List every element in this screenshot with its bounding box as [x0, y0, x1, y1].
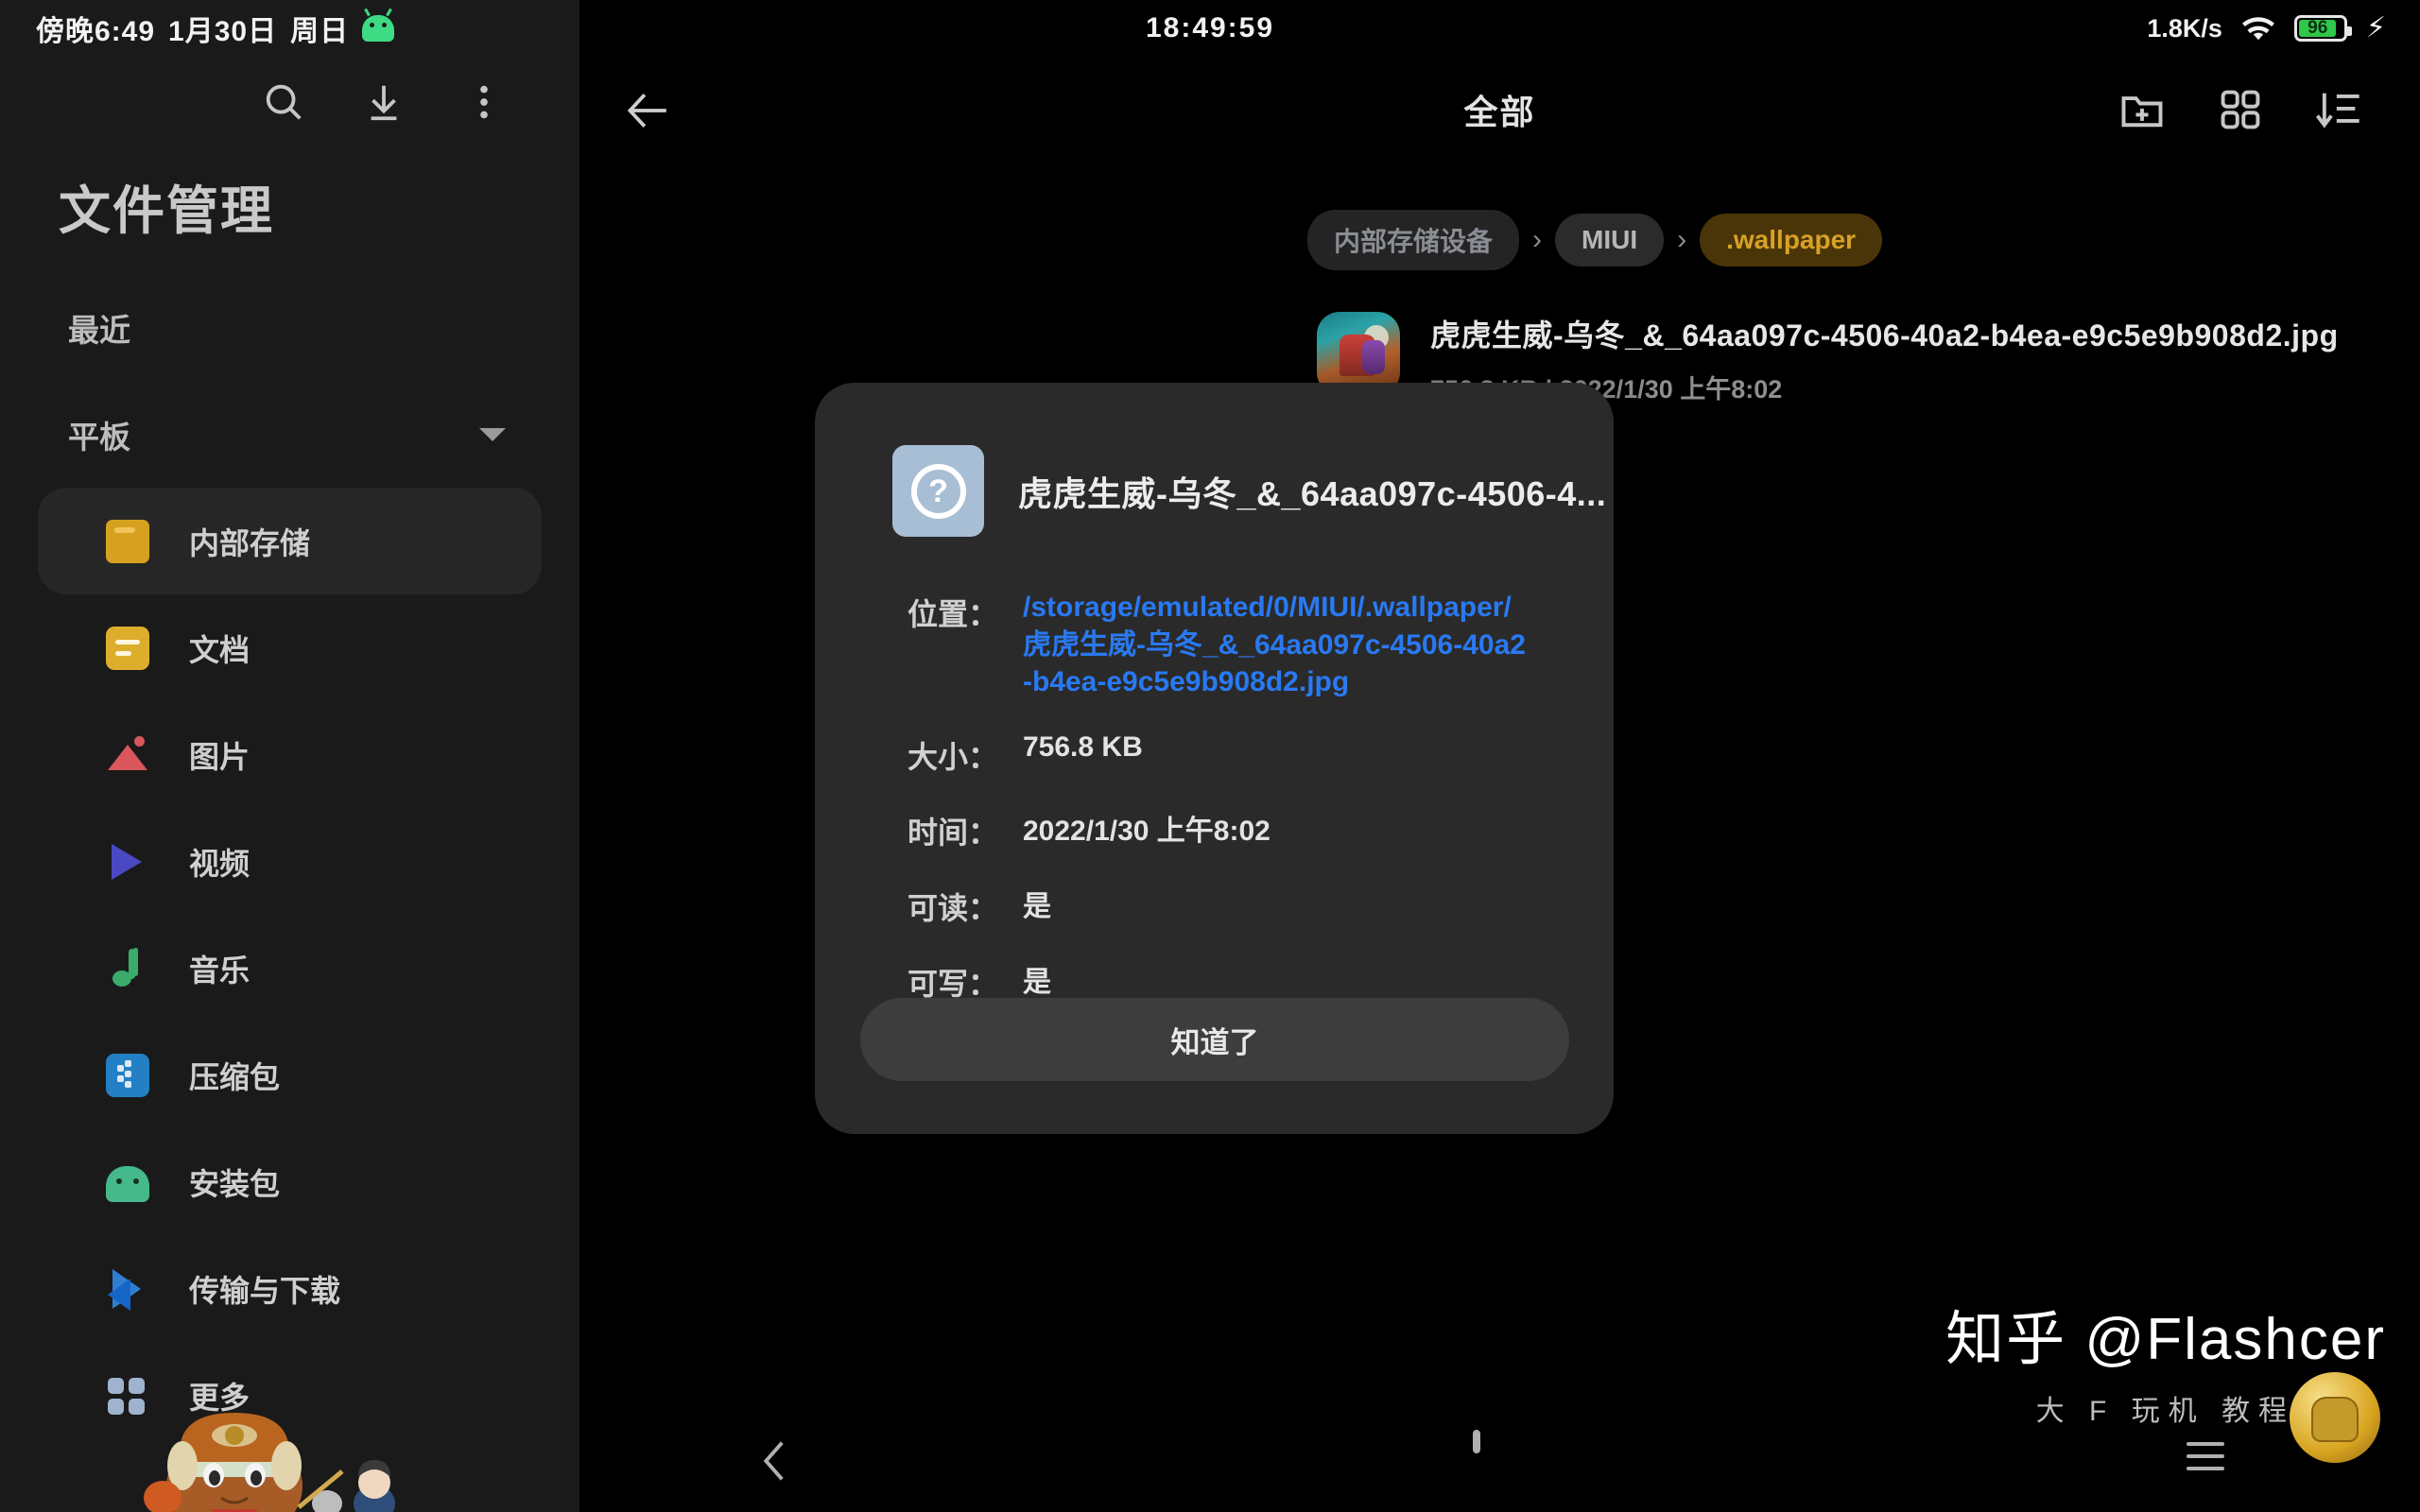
top-toolbar: 全部: [579, 57, 2420, 161]
sidebar-item-transfer[interactable]: 传输与下载: [38, 1235, 542, 1342]
nav-home-icon[interactable]: [1472, 1430, 1528, 1488]
new-folder-icon[interactable]: [2118, 85, 2167, 134]
sidebar-item-pictures[interactable]: 图片: [38, 701, 542, 808]
row-value-readable: 是: [1023, 890, 1051, 922]
sidebar-item-documents[interactable]: 文档: [38, 594, 542, 701]
breadcrumb-item-2[interactable]: .wallpaper: [1700, 214, 1883, 266]
dialog-title: 虎虎生威-乌冬_&_64aa097c-4506-4...: [1018, 473, 1607, 513]
sidebar-nav: 最近 平板 内部存储 文档 图片 视频 音乐 压缩包 安装包 传输与下载 更多: [0, 274, 579, 1449]
music-icon: [106, 947, 149, 990]
question-mark-file-icon: ?: [892, 445, 984, 537]
status-bar-right: 1.8K/s 96 ⚡: [2147, 0, 2386, 57]
video-icon: [106, 840, 149, 884]
row-label: 大小：: [907, 739, 998, 774]
breadcrumb-item-0[interactable]: 内部存储设备: [1307, 210, 1520, 270]
row-label: 时间：: [907, 815, 998, 850]
row-value-writable: 是: [1023, 966, 1051, 998]
sidebar-item-label: 安装包: [189, 1166, 281, 1201]
grid-view-icon[interactable]: [2216, 85, 2265, 134]
file-info-dialog: ? 虎虎生威-乌冬_&_64aa097c-4506-4... 位置： /stor…: [815, 383, 1614, 1134]
dialog-header: ? 虎虎生威-乌冬_&_64aa097c-4506-4...: [815, 383, 1614, 537]
sort-descending-icon[interactable]: [2314, 85, 2363, 134]
sidebar-item-videos[interactable]: 视频: [38, 808, 542, 915]
battery-level: 96: [2298, 18, 2337, 38]
row-label: 可写：: [907, 966, 998, 1001]
search-icon[interactable]: [262, 80, 305, 124]
wifi-icon: [2241, 15, 2275, 42]
document-icon: [106, 626, 149, 670]
watermark-main: 知乎 @Flashcer: [1945, 1307, 2386, 1372]
question-mark-glyph: ?: [910, 463, 966, 519]
sidebar-section-recent[interactable]: 最近: [0, 274, 579, 381]
status-bar: 傍晚6:49 1月30日 周日 18:49:59 1.8K/s 96 ⚡: [0, 0, 2420, 57]
sidebar-item-label: 文档: [189, 632, 251, 667]
screen-root: 傍晚6:49 1月30日 周日 18:49:59 1.8K/s 96 ⚡ 文件管…: [0, 0, 2420, 1512]
sidebar-item-archives[interactable]: 压缩包: [38, 1022, 542, 1128]
watermark: 知乎 @Flashcer 大 F 玩机 教程: [1945, 1291, 2386, 1463]
dialog-row-readable: 可读： 是: [815, 883, 1614, 958]
transfer-icon: [106, 1267, 149, 1311]
sidebar-item-label: 音乐: [189, 953, 251, 988]
lightning-bolt-icon: ⚡: [2365, 12, 2386, 43]
row-label: 可读：: [907, 890, 998, 925]
sidebar-item-internal-storage[interactable]: 内部存储: [38, 488, 542, 594]
app-title: 文件管理: [59, 181, 275, 240]
download-icon[interactable]: [362, 80, 406, 124]
archive-icon: [106, 1053, 149, 1097]
status-bar-center: 18:49:59: [0, 0, 2420, 57]
status-clock: 18:49:59: [1145, 12, 1275, 43]
sidebar-item-label: 内部存储: [189, 525, 311, 560]
sidebar-section-recent-label: 最近: [68, 312, 130, 348]
apk-icon: [106, 1166, 149, 1202]
row-value-location[interactable]: /storage/emulated/0/MIUI/.wallpaper/虎虎生威…: [998, 589, 1528, 701]
file-name: 虎虎生威-乌冬_&_64aa097c-4506-40a2-b4ea-e9c5e9…: [1430, 318, 2339, 352]
sidebar-item-apks[interactable]: 安装包: [38, 1128, 542, 1235]
dialog-row-location: 位置： /storage/emulated/0/MIUI/.wallpaper/…: [815, 589, 1614, 731]
overflow-menu-icon[interactable]: [462, 80, 506, 124]
breadcrumb-item-1[interactable]: MIUI: [1555, 214, 1665, 266]
battery-icon: 96: [2293, 15, 2352, 42]
system-nav-bar: [579, 1413, 2420, 1512]
sidebar-item-label: 压缩包: [189, 1059, 281, 1094]
row-value-size: 756.8 KB: [1023, 730, 1143, 763]
sidebar-section-device-label: 平板: [68, 419, 130, 455]
dialog-row-time: 时间： 2022/1/30 上午8:02: [815, 807, 1614, 883]
dialog-confirm-button[interactable]: 知道了: [860, 998, 1569, 1081]
breadcrumb-separator: ›: [1532, 224, 1543, 255]
top-toolbar-icons: [2118, 85, 2363, 134]
nav-back-icon[interactable]: [748, 1434, 803, 1488]
network-speed: 1.8K/s: [2147, 13, 2222, 43]
breadcrumb: 内部存储设备 › MIUI › .wallpaper: [1307, 210, 1883, 270]
chevron-down-icon: [479, 427, 506, 441]
sidebar-item-label: 视频: [189, 846, 251, 881]
sidebar-section-device[interactable]: 平板: [0, 381, 579, 488]
sidebar-item-label: 图片: [189, 739, 251, 774]
sidebar: 文件管理 最近 平板 内部存储 文档 图片 视频 音乐 压缩包 安装包 传输与下…: [0, 0, 579, 1512]
sidebar-item-label: 传输与下载: [189, 1273, 341, 1308]
row-label: 位置：: [907, 597, 998, 631]
picture-icon: [106, 733, 149, 777]
nav-recents-icon[interactable]: [2178, 1434, 2233, 1488]
sidebar-item-music[interactable]: 音乐: [38, 915, 542, 1022]
mi-bunny-mascot: [123, 1384, 406, 1512]
folder-icon: [106, 519, 149, 563]
sidebar-actions: [262, 80, 506, 124]
row-value-time: 2022/1/30 上午8:02: [1023, 815, 1270, 847]
dialog-row-size: 大小： 756.8 KB: [815, 731, 1614, 807]
breadcrumb-separator: ›: [1677, 224, 1687, 255]
